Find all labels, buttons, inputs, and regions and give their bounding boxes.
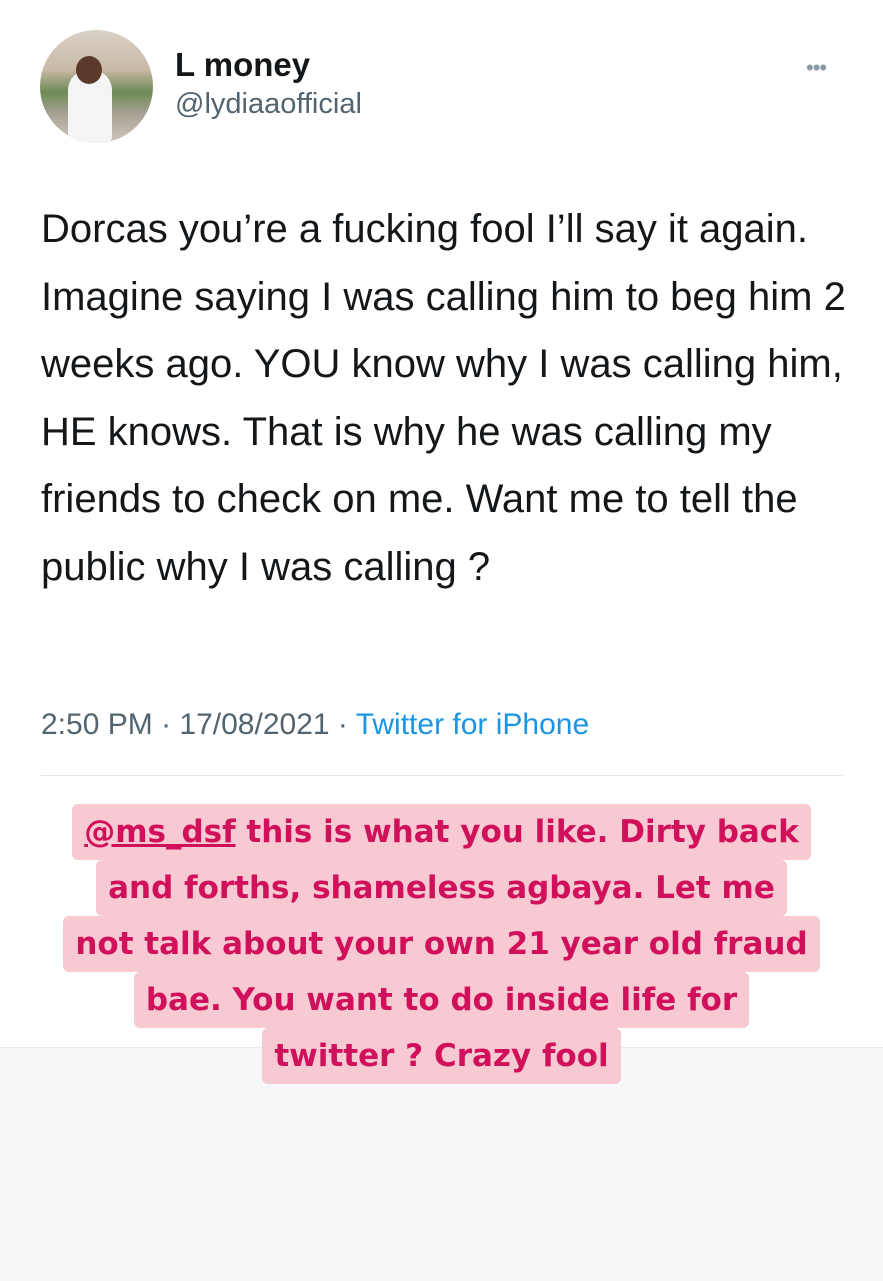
story-caption: @ms_dsf this is what you like. Dirty bac…: [0, 804, 883, 1084]
caption-line-1: @ms_dsf this is what you like. Dirty bac…: [72, 804, 811, 860]
author-handle[interactable]: @lydiaaofficial: [175, 88, 362, 121]
tweet-source-link[interactable]: Twitter for iPhone: [356, 708, 589, 741]
caption-line-2: and forths, shameless agbaya. Let me: [96, 860, 787, 916]
tweet-text: Dorcas you’re a fucking fool I’ll say it…: [41, 207, 846, 589]
caption-line-3: not talk about your own 21 year old frau…: [63, 916, 820, 972]
tweet-date[interactable]: 17/08/2021: [179, 708, 329, 741]
meta-separator: ·: [337, 708, 348, 741]
caption-mention[interactable]: @ms_dsf: [84, 814, 235, 850]
tweet-meta: 2:50 PM · 17/08/2021 · Twitter for iPhon…: [41, 708, 589, 742]
avatar-head: [76, 56, 102, 84]
more-options-icon[interactable]: •••: [806, 55, 827, 81]
caption-line-1-text: this is what you like. Dirty back: [235, 814, 799, 850]
tweet-time[interactable]: 2:50 PM: [41, 708, 153, 741]
tweet-divider: [41, 775, 843, 776]
caption-line-4: bae. You want to do inside life for: [133, 972, 750, 1028]
meta-separator: ·: [161, 708, 172, 741]
avatar[interactable]: [40, 30, 153, 143]
author-name[interactable]: L money: [175, 46, 310, 84]
caption-line-5: twitter ? Crazy fool: [262, 1028, 621, 1084]
